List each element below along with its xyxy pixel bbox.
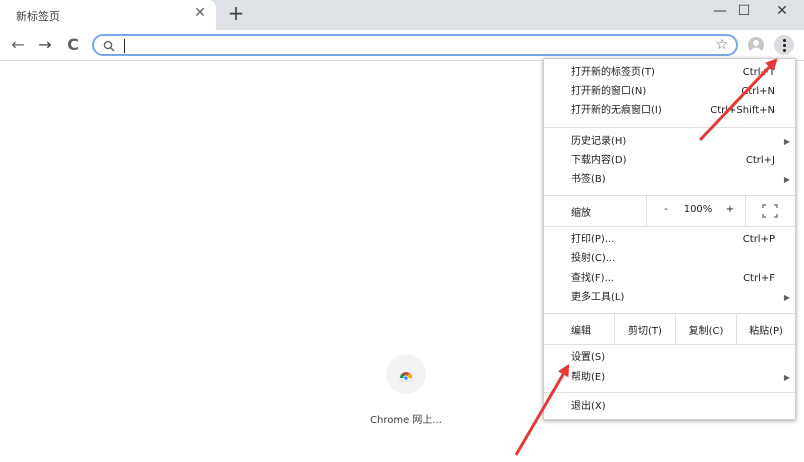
chrome-main-menu: 打开新的标签页(T) Ctrl+T 打开新的窗口(N) Ctrl+N 打开新的无… — [543, 58, 796, 420]
menu-item-exit[interactable]: 退出(X) — [544, 397, 795, 417]
menu-item-new-window[interactable]: 打开新的窗口(N) Ctrl+N — [544, 82, 795, 102]
menu-item-cast[interactable]: 投射(C)... — [544, 249, 795, 269]
menu-divider — [736, 314, 737, 344]
menu-divider — [675, 314, 676, 344]
text-caret — [124, 39, 125, 53]
menu-divider — [544, 344, 795, 345]
omnibox-input[interactable] — [128, 37, 692, 55]
tab-strip: 新标签页 ✕ + — ☐ ✕ — [0, 0, 804, 30]
menu-item-new-tab[interactable]: 打开新的标签页(T) Ctrl+T — [544, 63, 795, 83]
zoom-label: 缩放 — [571, 208, 591, 219]
menu-item-new-incognito-window[interactable]: 打开新的无痕窗口(I) Ctrl+Shift+N — [544, 101, 795, 121]
menu-divider — [745, 196, 746, 226]
new-tab-button[interactable]: + — [226, 3, 246, 23]
maximize-button[interactable]: ☐ — [726, 0, 762, 24]
menu-divider — [646, 196, 647, 226]
menu-item-more-tools[interactable]: 更多工具(L) ▶ — [544, 288, 795, 308]
shortcut-tile-chrome-web-store[interactable] — [386, 354, 426, 394]
omnibox[interactable]: ☆ — [92, 34, 738, 56]
menu-divider — [544, 127, 795, 128]
tab-new-tab[interactable]: 新标签页 ✕ — [0, 0, 216, 30]
copy-button[interactable]: 复制(C) — [677, 322, 735, 337]
menu-item-find[interactable]: 查找(F)... Ctrl+F — [544, 269, 795, 289]
fullscreen-icon[interactable] — [762, 204, 778, 218]
menu-zoom-row: 缩放 - 100% + — [544, 196, 795, 226]
forward-icon[interactable]: → — [34, 34, 56, 56]
back-icon[interactable]: ← — [7, 34, 29, 56]
zoom-level: 100% — [683, 204, 713, 215]
cut-button[interactable]: 剪切(T) — [616, 322, 674, 337]
tab-close-icon[interactable]: ✕ — [192, 5, 208, 21]
submenu-arrow-icon: ▶ — [783, 137, 790, 146]
submenu-arrow-icon: ▶ — [783, 293, 790, 302]
search-icon — [103, 40, 115, 52]
chrome-menu-button[interactable] — [774, 35, 794, 55]
toolbar: ← → C ☆ — [0, 30, 804, 61]
reload-icon[interactable]: C — [62, 34, 84, 56]
menu-edit-row: 编辑 剪切(T) 复制(C) 粘贴(P) — [544, 314, 795, 344]
zoom-out-button[interactable]: - — [659, 204, 673, 215]
menu-item-downloads[interactable]: 下载内容(D) Ctrl+J — [544, 151, 795, 171]
profile-avatar-icon[interactable] — [748, 37, 764, 53]
menu-divider — [544, 226, 795, 227]
menu-item-bookmarks[interactable]: 书签(B) ▶ — [544, 170, 795, 190]
submenu-arrow-icon: ▶ — [783, 175, 790, 184]
paste-button[interactable]: 粘贴(P) — [738, 322, 794, 337]
menu-item-help[interactable]: 帮助(E) ▶ — [544, 368, 795, 388]
menu-divider — [544, 392, 795, 393]
tab-title: 新标签页 — [16, 10, 60, 23]
shortcut-tile-label: Chrome 网上... — [370, 415, 442, 426]
window-close-button[interactable]: ✕ — [764, 0, 800, 24]
bookmark-star-icon[interactable]: ☆ — [715, 37, 728, 53]
menu-item-print[interactable]: 打印(P)... Ctrl+P — [544, 230, 795, 250]
edit-label: 编辑 — [571, 326, 591, 337]
zoom-in-button[interactable]: + — [723, 204, 737, 215]
chrome-web-store-icon — [399, 372, 413, 382]
submenu-arrow-icon: ▶ — [783, 373, 790, 382]
menu-divider — [614, 314, 615, 344]
menu-item-history[interactable]: 历史记录(H) ▶ — [544, 132, 795, 152]
menu-item-settings[interactable]: 设置(S) — [544, 348, 795, 368]
